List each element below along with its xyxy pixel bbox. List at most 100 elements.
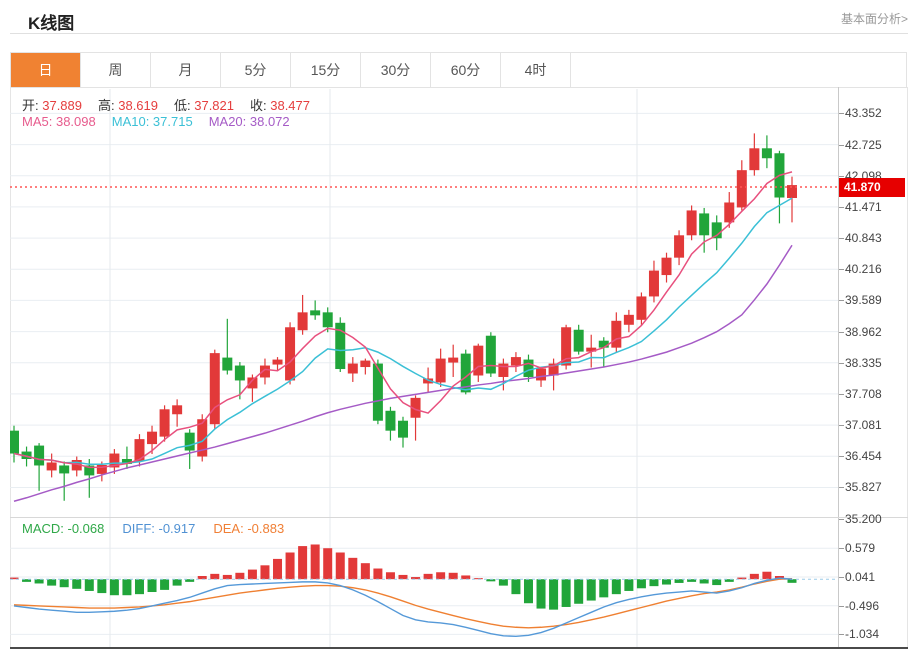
macd-bar — [298, 546, 307, 579]
macd-bar — [662, 579, 671, 584]
macd-bar — [537, 579, 546, 608]
macd-bar — [511, 579, 520, 594]
axis-tick — [839, 300, 844, 301]
candle-body — [523, 360, 533, 377]
macd-bar — [700, 579, 709, 583]
candle-body — [448, 358, 458, 363]
macd-chart[interactable] — [10, 517, 838, 648]
panel-divider — [10, 517, 908, 518]
candle-body — [737, 170, 747, 207]
axis-tick — [839, 519, 844, 520]
axis-label: -1.034 — [845, 627, 879, 641]
macd-bar — [223, 575, 232, 579]
macd-bar — [499, 579, 508, 585]
candle-body — [10, 431, 19, 454]
macd-bar — [85, 579, 94, 591]
macd-bar — [248, 570, 257, 580]
header-divider — [10, 33, 908, 34]
axis-label: 41.471 — [845, 200, 882, 214]
candle-body — [160, 409, 170, 436]
macd-bar — [361, 563, 370, 579]
candle-body — [285, 327, 295, 380]
candle-body — [724, 202, 734, 222]
macd-bar — [675, 579, 684, 583]
macd-bar — [336, 553, 345, 580]
current-price-tag: 41.870 — [839, 178, 905, 197]
macd-bar — [750, 574, 759, 579]
axis-label: 40.216 — [845, 262, 882, 276]
axis-label: 35.200 — [845, 512, 882, 526]
candle-body — [385, 411, 395, 431]
tab-30分[interactable]: 30分 — [361, 53, 431, 87]
axis-tick — [839, 634, 844, 635]
candle-body — [486, 336, 496, 374]
tab-5分[interactable]: 5分 — [221, 53, 291, 87]
candle-body — [298, 312, 308, 330]
macd-bar — [762, 572, 771, 579]
candle-body — [247, 377, 257, 388]
macd-bar — [574, 579, 583, 604]
macd-bar — [461, 575, 470, 579]
axis-label: 43.352 — [845, 106, 882, 120]
tab-月[interactable]: 月 — [151, 53, 221, 87]
axis-tick — [839, 207, 844, 208]
candle-body — [59, 465, 69, 473]
readout-item: MA10: 37.715 — [112, 114, 193, 129]
tab-4时[interactable]: 4时 — [501, 53, 571, 87]
axis-label: 37.081 — [845, 418, 882, 432]
candle-body — [323, 312, 333, 327]
candle-body — [147, 432, 157, 444]
macd-bar — [599, 579, 608, 597]
macd-bar — [148, 579, 157, 592]
macd-bar — [386, 572, 395, 579]
macd-bar — [210, 574, 219, 579]
candle-body — [649, 271, 659, 297]
candle-body — [34, 446, 44, 466]
tab-60分[interactable]: 60分 — [431, 53, 501, 87]
panel-right-border — [907, 87, 908, 648]
macd-bar — [449, 573, 458, 579]
fundamental-analysis-link[interactable]: 基本面分析> — [841, 10, 908, 27]
axis-label: 37.708 — [845, 387, 882, 401]
axis-tick — [839, 332, 844, 333]
readout-item: 低: 37.821 — [174, 98, 234, 113]
candle-body — [47, 462, 57, 470]
candle-body — [674, 235, 684, 257]
axis-tick — [839, 363, 844, 364]
macd-bar — [436, 572, 445, 579]
macd-bar — [637, 579, 646, 588]
tab-日[interactable]: 日 — [11, 53, 81, 87]
readout-item: MA5: 38.098 — [22, 114, 96, 129]
candle-body — [310, 310, 320, 315]
candle-body — [536, 369, 546, 381]
candle-body — [561, 327, 571, 365]
axis-tick — [839, 394, 844, 395]
candle-body — [134, 439, 144, 461]
macd-bar — [612, 579, 621, 594]
axis-label: 36.454 — [845, 449, 882, 463]
axis-tick — [839, 145, 844, 146]
macd-bar — [549, 579, 558, 609]
candle-body — [599, 341, 609, 348]
candlestick-chart[interactable] — [10, 89, 838, 517]
candle-body — [222, 358, 232, 371]
macd-bar — [235, 573, 244, 579]
macd-bar — [260, 565, 269, 579]
tab-15分[interactable]: 15分 — [291, 53, 361, 87]
candle-body — [373, 364, 383, 421]
axis-label: 38.962 — [845, 325, 882, 339]
macd-bar — [524, 579, 533, 603]
candle-body — [210, 353, 220, 424]
macd-bar — [60, 579, 69, 587]
axis-tick — [839, 577, 844, 578]
candle-body — [749, 148, 759, 170]
candle-body — [611, 321, 621, 348]
axis-tick — [839, 113, 844, 114]
candle-body — [699, 213, 709, 235]
candle-body — [235, 366, 245, 381]
macd-readout: MACD: -0.068DIFF: -0.917DEA: -0.883 — [22, 521, 302, 536]
tab-周[interactable]: 周 — [81, 53, 151, 87]
chart-bottom-border — [10, 647, 908, 649]
axis-tick — [839, 548, 844, 549]
macd-bar — [110, 579, 119, 595]
